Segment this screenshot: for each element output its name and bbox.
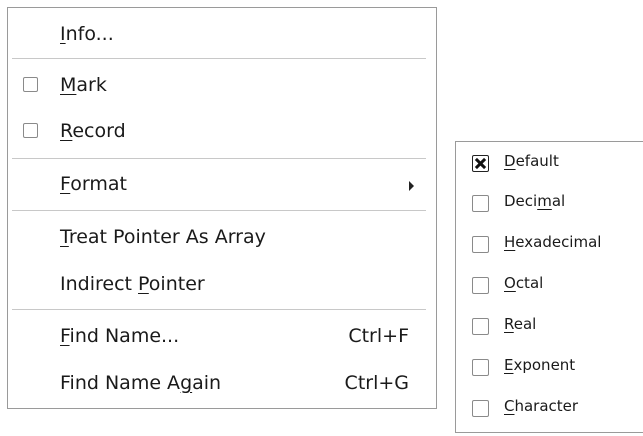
- submenu-item-character[interactable]: Character: [456, 387, 643, 427]
- submenu-item-label: Character: [504, 397, 579, 415]
- menu-item-format[interactable]: Format: [8, 164, 436, 204]
- menu-item-info[interactable]: Info...: [8, 14, 436, 54]
- menu-item-record-label: Record: [60, 120, 126, 142]
- submenu-item-label: Decimal: [504, 192, 566, 210]
- character-checkbox[interactable]: [472, 400, 489, 417]
- menu-item-mark[interactable]: Mark: [8, 65, 436, 105]
- menu-separator: [12, 58, 426, 59]
- menu-item-find-name-again-label: Find Name Again: [60, 372, 222, 394]
- submenu-item-label: Real: [504, 315, 537, 333]
- menu-item-indirect-pointer-label: Indirect Pointer: [60, 273, 205, 295]
- menu-item-find-name[interactable]: Find Name... Ctrl+F: [8, 316, 436, 356]
- menu-item-treat-pointer-as-array[interactable]: Treat Pointer As Array: [8, 217, 436, 257]
- menu-separator: [12, 309, 426, 310]
- exponent-checkbox[interactable]: [472, 359, 489, 376]
- record-checkbox[interactable]: [23, 123, 38, 138]
- submenu-item-hexadecimal[interactable]: Hexadecimal: [456, 223, 643, 263]
- menu-item-indirect-pointer[interactable]: Indirect Pointer: [8, 264, 436, 304]
- context-menu: Info... Mark Record Format Treat Pointer…: [7, 7, 437, 409]
- menu-item-mark-label: Mark: [60, 74, 107, 96]
- menu-item-find-name-again[interactable]: Find Name Again Ctrl+G: [8, 363, 436, 403]
- shortcut-label: Ctrl+F: [348, 325, 409, 347]
- menu-item-format-label: Format: [60, 173, 127, 195]
- menu-item-find-name-label: Find Name...: [60, 325, 180, 347]
- menu-separator: [12, 158, 426, 159]
- real-checkbox[interactable]: [472, 318, 489, 335]
- submenu-item-default[interactable]: Default: [456, 142, 643, 182]
- format-submenu: Default Decimal Hexadecimal Octal Real E…: [455, 141, 643, 433]
- submenu-arrow-icon: [409, 181, 414, 191]
- octal-checkbox[interactable]: [472, 277, 489, 294]
- submenu-item-octal[interactable]: Octal: [456, 264, 643, 304]
- hexadecimal-checkbox[interactable]: [472, 236, 489, 253]
- menu-item-record[interactable]: Record: [8, 111, 436, 151]
- default-checkbox-checked[interactable]: [472, 155, 489, 172]
- submenu-item-label: Hexadecimal: [504, 233, 602, 251]
- mark-checkbox[interactable]: [23, 77, 38, 92]
- menu-item-info-label: Info...: [60, 23, 114, 45]
- submenu-item-real[interactable]: Real: [456, 305, 643, 345]
- submenu-item-decimal[interactable]: Decimal: [456, 182, 643, 222]
- menu-separator: [12, 210, 426, 211]
- submenu-item-label: Exponent: [504, 356, 576, 374]
- shortcut-label: Ctrl+G: [344, 372, 409, 394]
- submenu-item-exponent[interactable]: Exponent: [456, 346, 643, 386]
- menu-item-treat-pointer-label: Treat Pointer As Array: [60, 226, 266, 248]
- decimal-checkbox[interactable]: [472, 195, 489, 212]
- submenu-item-label: Default: [504, 152, 559, 170]
- submenu-item-label: Octal: [504, 274, 544, 292]
